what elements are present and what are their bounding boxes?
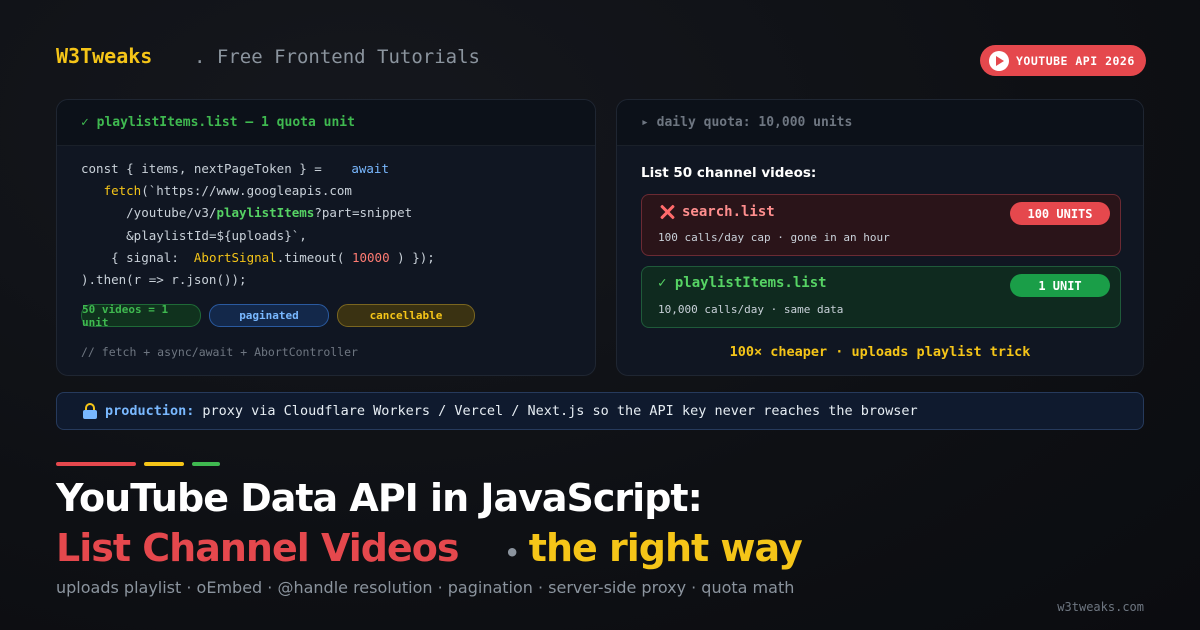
subtitle: uploads playlist · oEmbed · @handle reso…	[56, 578, 795, 597]
title-separator: •	[504, 539, 519, 567]
page-title: YouTube Data API in JavaScript:	[56, 476, 703, 520]
title-highlight-red: List Channel Videos	[56, 526, 459, 570]
quota-panel-title: ▸ daily quota: 10,000 units	[617, 100, 1143, 146]
accent-line-yellow	[144, 462, 184, 466]
code-panel: ✓ playlistItems.list — 1 quota unit cons…	[56, 99, 596, 376]
site-url: w3tweaks.com	[1057, 600, 1144, 614]
chip-videos-per-unit: 50 videos = 1 unit	[81, 303, 201, 329]
cost-badge: 1 UNIT	[1010, 274, 1110, 297]
option-detail: 10,000 calls/day · same data	[658, 303, 844, 316]
feature-chips: 50 videos = 1 unit paginated cancellable	[81, 303, 475, 329]
production-text: proxy via Cloudflare Workers / Vercel / …	[202, 403, 918, 419]
code-panel-title: ✓ playlistItems.list — 1 quota unit	[57, 100, 595, 146]
cost-badge: 100 UNITS	[1010, 202, 1110, 225]
option-name: search.list	[682, 204, 775, 220]
production-note: production: proxy via Cloudflare Workers…	[56, 392, 1144, 430]
youtube-api-badge: YOUTUBE API 2026	[980, 45, 1146, 76]
page-title-line2: List Channel Videos • the right way	[56, 526, 803, 570]
comparison-title: List 50 channel videos:	[641, 165, 817, 181]
lock-icon	[83, 403, 97, 419]
production-label: production:	[105, 403, 195, 419]
quota-panel: ▸ daily quota: 10,000 units List 50 chan…	[616, 99, 1144, 376]
youtube-play-icon	[989, 50, 1009, 71]
accent-line-green	[192, 462, 220, 466]
cross-icon	[658, 203, 676, 221]
option-detail: 100 calls/day cap · gone in an hour	[658, 231, 890, 244]
savings-note: 100× cheaper · uploads playlist trick	[729, 344, 1031, 360]
code-block: const { items, nextPageToken } = await f…	[81, 161, 435, 288]
title-highlight-yellow: the right way	[528, 526, 803, 570]
chip-cancellable: cancellable	[337, 304, 475, 327]
option-playlistitems-list: ✓ playlistItems.list 1 UNIT 10,000 calls…	[641, 266, 1121, 328]
tagline: . Free Frontend Tutorials	[194, 46, 480, 68]
accent-line-red	[56, 462, 136, 466]
code-comment: // fetch + async/await + AbortController	[81, 345, 358, 359]
option-search-list: search.list 100 UNITS 100 calls/day cap …	[641, 194, 1121, 256]
badge-label: YOUTUBE API 2026	[1016, 53, 1135, 68]
chip-paginated: paginated	[209, 304, 329, 327]
option-name: ✓ playlistItems.list	[658, 275, 827, 291]
brand-logo: W3Tweaks	[56, 44, 153, 68]
